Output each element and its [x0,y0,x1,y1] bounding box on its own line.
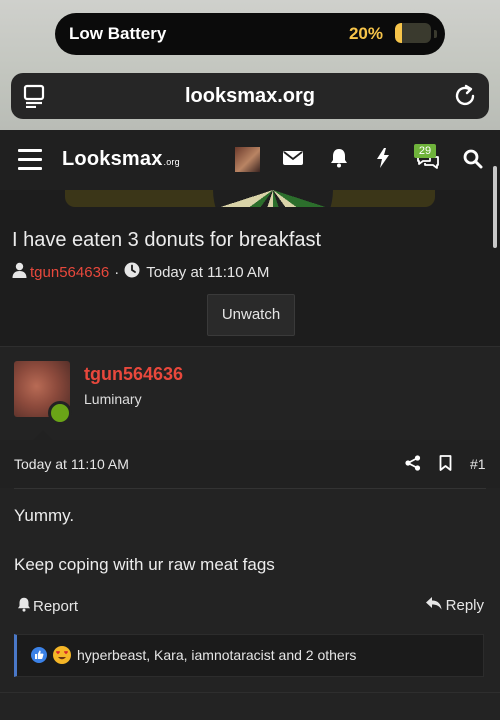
like-reaction-icon [31,647,47,663]
user-title: Luminary [84,391,142,407]
bell-icon[interactable] [330,148,348,173]
scrollbar[interactable] [493,166,497,248]
divider [0,692,500,693]
share-icon[interactable] [405,455,421,476]
reply-label: Reply [445,597,484,614]
meta-separator: · [114,263,120,281]
browser-chrome: Low Battery 20% looksmax.org [0,0,500,130]
divider [14,488,486,489]
post-username[interactable]: tgun564636 [84,364,183,385]
bell-icon [17,597,31,616]
thread-meta: tgun564636 · Today at 11:10 AM [12,262,269,282]
low-battery-banner: Low Battery 20% [55,13,445,55]
battery-icon [395,23,431,43]
search-icon[interactable] [463,149,483,174]
post-body-line: Yummy. [14,506,75,525]
lightning-icon[interactable] [376,148,390,173]
wheel-banner-image[interactable] [65,190,435,207]
post-number-link[interactable]: #1 [470,456,486,472]
divider [0,346,500,347]
battery-label: Low Battery [69,24,167,43]
thread-author-link[interactable]: tgun564636 [30,264,109,281]
post-body-line: Keep coping with ur raw meat fags [14,555,275,574]
battery-percent: 20% [348,24,383,43]
prize-wheel-graphic [213,190,333,207]
site-logo[interactable]: Looksmax.org [62,148,180,171]
battery-nub [434,30,437,38]
post-date-link[interactable]: Today at 11:10 AM [14,456,129,472]
logo-suffix: .org [163,157,180,167]
reactions-text[interactable]: hyperbeast, Kara, iamnotaracist and 2 ot… [77,647,356,663]
reactions-bar[interactable]: hyperbeast, Kara, iamnotaracist and 2 ot… [14,634,484,677]
thread-title: I have eaten 3 donuts for breakfast [12,229,322,251]
online-status-indicator [48,401,72,425]
alerts-badge: 29 [414,144,436,158]
reply-icon [425,597,442,614]
clock-icon [124,262,143,282]
report-button[interactable]: Report [17,597,78,616]
message-arrow [33,430,53,440]
menu-icon[interactable] [18,149,42,171]
logo-text: Looksmax [62,148,163,170]
address-bar[interactable]: looksmax.org [11,73,489,119]
bookmark-icon[interactable] [439,455,452,476]
report-label: Report [33,598,79,615]
reload-icon[interactable] [453,84,477,113]
love-reaction-icon [53,646,71,664]
site-navbar: Looksmax.org 29 [0,130,500,190]
url-text[interactable]: looksmax.org [11,85,489,108]
envelope-icon[interactable] [283,150,303,171]
user-icon [12,262,30,282]
unwatch-button[interactable]: Unwatch [207,294,295,336]
battery-fill [395,23,403,43]
thread-date-link[interactable]: Today at 11:10 AM [146,264,269,281]
reply-button[interactable]: Reply [425,597,484,614]
user-avatar[interactable] [235,147,260,172]
